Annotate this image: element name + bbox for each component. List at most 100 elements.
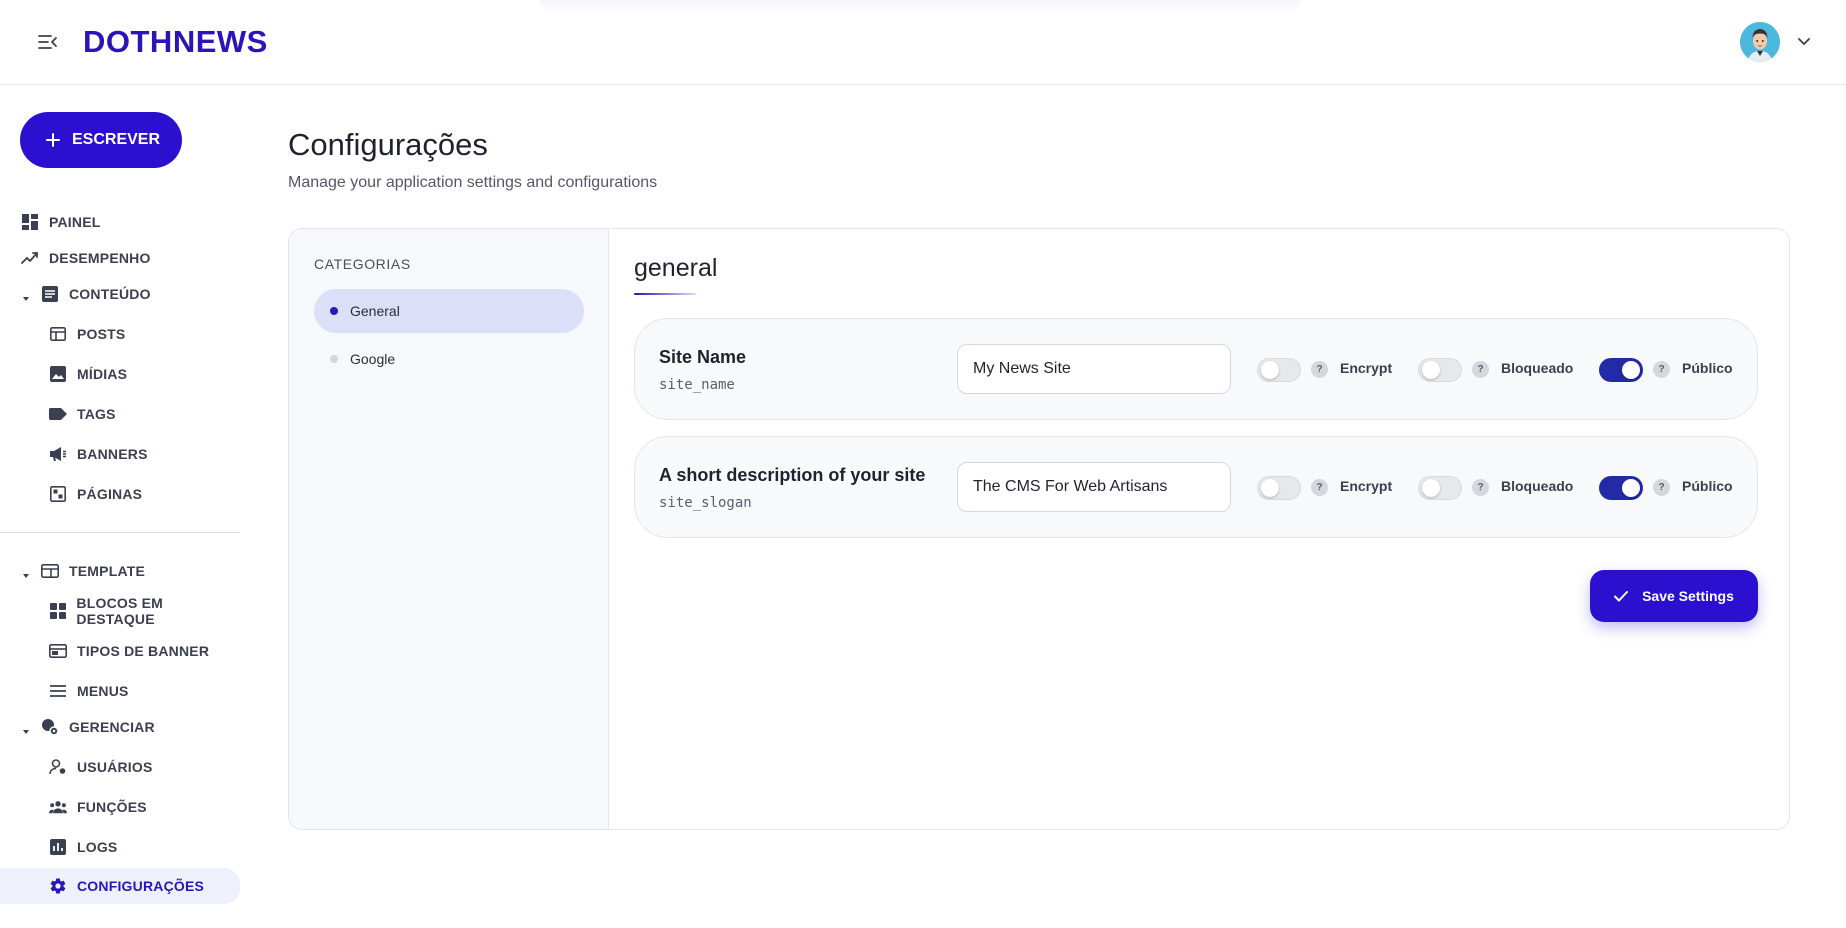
sidebar-item-template[interactable]: TEMPLATE: [41, 556, 145, 586]
page-subtitle: Manage your application settings and con…: [288, 174, 658, 191]
sidebar-item-label: USUÁRIOS: [77, 759, 153, 775]
top-search-shadow: [540, 0, 1300, 16]
pages-icon: [49, 485, 67, 503]
setting-key: site_name: [659, 377, 735, 393]
chevron-down-icon[interactable]: [1794, 30, 1814, 54]
public-label: Público: [1682, 478, 1733, 494]
sidebar-item-label: POSTS: [77, 326, 126, 342]
sidebar-item-label: DESEMPENHO: [49, 250, 151, 266]
sidebar-item-desempenho[interactable]: DESEMPENHO: [21, 243, 151, 273]
encrypt-label: Encrypt: [1340, 478, 1393, 494]
sidebar-item-label: BANNERS: [77, 446, 148, 462]
sidebar-item-menus[interactable]: MENUS: [49, 676, 129, 706]
sidebar-item-tipos-de-banner[interactable]: TIPOS DE BANNER: [49, 636, 209, 666]
sidebar-item-logs[interactable]: LOGS: [49, 832, 117, 862]
public-label: Público: [1682, 360, 1733, 376]
article-icon: [41, 285, 59, 303]
sidebar-item-label: PÁGINAS: [77, 486, 143, 502]
template-icon: [41, 562, 59, 580]
plus-icon: [46, 133, 60, 147]
setting-row-site-slogan: A short description of your site site_sl…: [634, 436, 1758, 538]
sidebar-item-gerenciar[interactable]: GERENCIAR: [41, 712, 155, 742]
categories-title: CATEGORIAS: [314, 256, 411, 272]
sidebar-item-conteudo[interactable]: CONTEÚDO: [41, 279, 151, 309]
logs-icon: [49, 838, 67, 856]
category-item-google[interactable]: Google: [314, 337, 584, 381]
locked-toggle[interactable]: [1418, 358, 1462, 382]
write-button-label: ESCREVER: [72, 131, 161, 148]
trending-up-icon: [21, 249, 39, 267]
setting-row-site-name: Site Name site_name ? Encrypt ? Bloquead…: [634, 318, 1758, 420]
sidebar-item-label: FUNÇÕES: [77, 799, 147, 815]
sidebar-item-funcoes[interactable]: FUNÇÕES: [49, 792, 147, 822]
image-icon: [49, 365, 67, 383]
setting-value-input[interactable]: [957, 462, 1231, 512]
category-label: Google: [350, 351, 396, 367]
sidebar-item-blocos[interactable]: BLOCOS EM DESTAQUE: [49, 595, 240, 627]
sidebar-item-label: TEMPLATE: [69, 563, 146, 579]
tag-icon: [49, 405, 67, 423]
sidebar-item-label: BLOCOS EM DESTAQUE: [76, 595, 164, 627]
sidebar-item-usuarios[interactable]: USUÁRIOS: [49, 752, 153, 782]
page-title: Configurações: [288, 127, 488, 162]
help-icon[interactable]: ?: [1311, 361, 1328, 378]
sidebar-item-midias[interactable]: MÍDIAS: [49, 359, 127, 389]
setting-key: site_slogan: [659, 495, 752, 511]
encrypt-toggle[interactable]: [1257, 476, 1301, 500]
menu-lines-icon: [49, 682, 67, 700]
caret-down-icon[interactable]: [21, 294, 31, 304]
posts-icon: [49, 325, 67, 343]
caret-down-icon[interactable]: [21, 571, 31, 581]
section-title: general: [634, 254, 718, 282]
sidebar: ESCREVER PAINEL DESEMPENHO CONTEÚDO POST…: [0, 86, 240, 928]
user-icon: [49, 758, 67, 776]
active-dot-icon: [330, 307, 338, 315]
encrypt-toggle[interactable]: [1257, 358, 1301, 382]
sidebar-item-label: MENUS: [77, 683, 129, 699]
public-toggle[interactable]: [1599, 476, 1643, 500]
help-icon[interactable]: ?: [1311, 479, 1328, 496]
sidebar-item-painel[interactable]: PAINEL: [21, 207, 101, 237]
category-label: General: [350, 303, 400, 319]
settings-panel: CATEGORIAS General Google general Site N…: [288, 228, 1790, 830]
sidebar-item-tags[interactable]: TAGS: [49, 399, 116, 429]
sidebar-item-paginas[interactable]: PÁGINAS: [49, 479, 142, 509]
locked-label: Bloqueado: [1501, 478, 1574, 494]
sidebar-item-label: CONFIGURAÇÕES: [77, 878, 205, 894]
megaphone-icon: [49, 445, 67, 463]
sidebar-item-configuracoes[interactable]: CONFIGURAÇÕES: [0, 868, 240, 904]
inactive-dot-icon: [330, 355, 338, 363]
help-icon[interactable]: ?: [1653, 361, 1670, 378]
encrypt-label: Encrypt: [1340, 360, 1393, 376]
category-item-general[interactable]: General: [314, 289, 584, 333]
sidebar-item-label: PAINEL: [49, 214, 101, 230]
gear-icon: [49, 877, 67, 895]
save-settings-button[interactable]: Save Settings: [1590, 570, 1758, 622]
menu-collapse-icon[interactable]: [36, 30, 60, 54]
sidebar-item-label: LOGS: [77, 839, 118, 855]
app-logo[interactable]: DOTHNEWS: [83, 24, 268, 60]
public-toggle[interactable]: [1599, 358, 1643, 382]
group-icon: [49, 798, 67, 816]
sidebar-item-label: TIPOS DE BANNER: [77, 643, 210, 659]
sidebar-divider: [0, 532, 240, 533]
help-icon[interactable]: ?: [1472, 361, 1489, 378]
banner-type-icon: [49, 642, 67, 660]
help-icon[interactable]: ?: [1472, 479, 1489, 496]
setting-value-input[interactable]: [957, 344, 1231, 394]
user-avatar[interactable]: [1740, 22, 1780, 62]
section-underline: [634, 293, 696, 295]
sidebar-item-posts[interactable]: POSTS: [49, 319, 125, 349]
sidebar-item-label: GERENCIAR: [69, 719, 155, 735]
blocks-icon: [49, 602, 66, 620]
help-icon[interactable]: ?: [1653, 479, 1670, 496]
check-icon: [1614, 590, 1629, 601]
locked-toggle[interactable]: [1418, 476, 1462, 500]
dashboard-icon: [21, 213, 39, 231]
sidebar-item-banners[interactable]: BANNERS: [49, 439, 148, 469]
caret-down-icon[interactable]: [21, 727, 31, 737]
write-button[interactable]: ESCREVER: [20, 112, 182, 168]
save-settings-label: Save Settings: [1642, 588, 1734, 604]
setting-label: Site Name: [659, 347, 747, 367]
manage-icon: [41, 718, 59, 736]
